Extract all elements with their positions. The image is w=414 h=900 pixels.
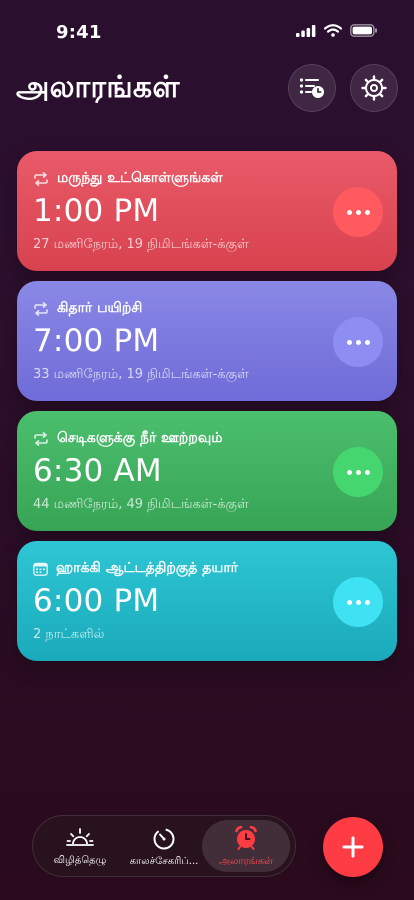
- more-options-button[interactable]: [333, 317, 383, 367]
- alarm-time: 1:00 PM: [33, 193, 160, 229]
- tab-label: காலச்சேகரிப்...: [129, 855, 199, 867]
- status-bar: 9:41: [0, 0, 414, 60]
- ellipsis-icon: [346, 209, 370, 215]
- plus-icon: [342, 836, 364, 858]
- more-options-button[interactable]: [333, 577, 383, 627]
- tab-stopwatch[interactable]: காலச்சேகரிப்...: [120, 820, 208, 872]
- gear-icon: [361, 75, 387, 101]
- alarm-time: 6:30 AM: [33, 453, 162, 489]
- status-icons: [296, 24, 378, 37]
- repeat-icon: [34, 432, 48, 446]
- repeat-icon: [34, 302, 48, 316]
- status-time: 9:41: [56, 22, 102, 43]
- alarm-label: ஹாக்கி ஆட்டத்திற்குத் தயார்: [56, 560, 238, 576]
- tab-label: விழித்தெழு: [53, 854, 107, 866]
- battery-icon: [350, 24, 377, 37]
- alarm-card[interactable]: மருந்து உட்கொள்ளுங்கள் 1:00 PM 27 மணிநேர…: [17, 151, 397, 271]
- alarm-label: மருந்து உட்கொள்ளுங்கள்: [57, 170, 223, 186]
- cellular-signal-icon: [296, 24, 316, 37]
- tab-bar: விழித்தெழு காலச்சேகரிப்... அலாரங்கள்: [32, 815, 296, 877]
- ellipsis-icon: [346, 599, 370, 605]
- tab-alarms[interactable]: அலாரங்கள்: [202, 820, 290, 872]
- alarm-card[interactable]: செடிகளுக்கு நீர் ஊற்றவும் 6:30 AM 44 மணி…: [17, 411, 397, 531]
- calendar-icon: [33, 562, 48, 576]
- alarm-remaining: 33 மணிநேரம், 19 நிமிடங்கள்-க்குள்: [33, 367, 249, 382]
- repeat-icon: [34, 172, 48, 186]
- list-clock-icon: [299, 78, 324, 98]
- alarm-label: செடிகளுக்கு நீர் ஊற்றவும்: [57, 430, 223, 446]
- ellipsis-icon: [346, 339, 370, 345]
- alarm-clock-icon: [235, 825, 257, 850]
- alarm-remaining: 27 மணிநேரம், 19 நிமிடங்கள்-க்குள்: [33, 237, 249, 252]
- alarm-list-button[interactable]: [288, 64, 336, 112]
- alarm-list: மருந்து உட்கொள்ளுங்கள் 1:00 PM 27 மணிநேர…: [17, 151, 397, 671]
- timer-icon: [153, 828, 175, 849]
- page-title: அலாரங்கள்: [16, 70, 180, 105]
- alarm-card[interactable]: ஹாக்கி ஆட்டத்திற்குத் தயார் 6:00 PM 2 நா…: [17, 541, 397, 661]
- settings-button[interactable]: [350, 64, 398, 112]
- ellipsis-icon: [346, 469, 370, 475]
- wifi-icon: [324, 24, 342, 37]
- header: அலாரங்கள்: [16, 62, 398, 116]
- tab-wake-up[interactable]: விழித்தெழு: [36, 820, 124, 872]
- alarm-time: 7:00 PM: [33, 323, 160, 359]
- alarm-remaining: 44 மணிநேரம், 49 நிமிடங்கள்-க்குள்: [33, 497, 249, 512]
- add-alarm-button[interactable]: [323, 817, 383, 877]
- alarm-card[interactable]: கிதார் பயிற்சி 7:00 PM 33 மணிநேரம், 19 ந…: [17, 281, 397, 401]
- sunrise-icon: [66, 827, 94, 846]
- tab-label: அலாரங்கள்: [219, 855, 273, 867]
- alarm-remaining: 2 நாட்களில்: [33, 627, 105, 642]
- more-options-button[interactable]: [333, 447, 383, 497]
- alarm-label: கிதார் பயிற்சி: [57, 300, 143, 316]
- more-options-button[interactable]: [333, 187, 383, 237]
- alarm-time: 6:00 PM: [33, 583, 160, 619]
